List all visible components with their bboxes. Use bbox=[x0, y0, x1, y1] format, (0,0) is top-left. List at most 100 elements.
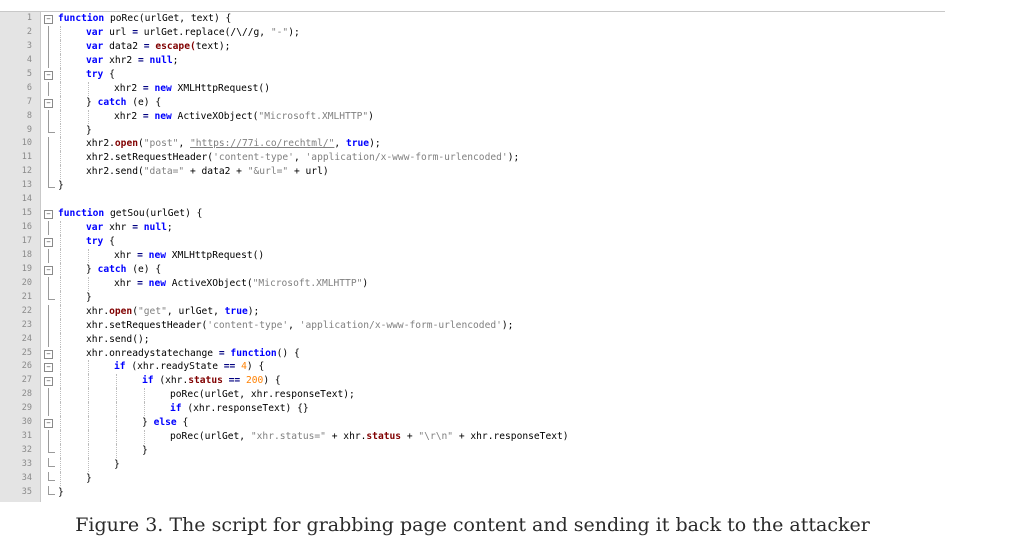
line-number: 7 bbox=[26, 96, 32, 107]
line-number: 20 bbox=[21, 277, 32, 288]
fold-line bbox=[48, 81, 49, 96]
indent-guide bbox=[60, 262, 62, 277]
code-line: 5 − try { bbox=[0, 67, 945, 82]
code-line: 35} bbox=[0, 485, 945, 500]
indent-guide bbox=[60, 304, 62, 319]
code-token: 200 bbox=[246, 375, 264, 387]
code-line: 23 xhr.setRequestHeader('content-type', '… bbox=[0, 318, 945, 333]
code-line: 12 xhr2.send("data=" + data2 + "&url=" + … bbox=[0, 165, 945, 180]
line-number: 4 bbox=[26, 54, 32, 65]
fold-toggle-icon[interactable]: − bbox=[44, 349, 53, 359]
code-line: 14 bbox=[0, 193, 945, 207]
code-token: xhr2. bbox=[86, 138, 115, 150]
code-token: 'content-type' bbox=[213, 152, 294, 164]
line-number: 30 bbox=[21, 417, 32, 428]
code-token: xhr. bbox=[86, 305, 110, 317]
line-number: 19 bbox=[21, 263, 32, 274]
code-line: 15 − function getSou(urlGet) { bbox=[0, 207, 945, 221]
code-token: xhr2 bbox=[114, 110, 143, 122]
code-token: function bbox=[58, 13, 105, 24]
code-token: new bbox=[142, 249, 166, 261]
code-line: 8 xhr2 = new ActiveXObject("Microsoft.XML… bbox=[0, 109, 945, 124]
code-line: 24 xhr.send(); bbox=[0, 332, 945, 347]
code-text: } catch (e) { bbox=[86, 96, 161, 110]
fold-line bbox=[48, 25, 49, 40]
code-text: xhr = new XMLHttpRequest() bbox=[114, 249, 264, 263]
code-line: 28 poRec(urlGet, xhr.responseText); bbox=[0, 388, 945, 403]
code-token: () { bbox=[276, 347, 300, 359]
code-token: { bbox=[176, 417, 189, 429]
indent-guide bbox=[60, 81, 62, 96]
code-token: "\r\n" bbox=[418, 431, 454, 443]
code-lines: 1− function poRec(urlGet, text) {2 var url… bbox=[0, 12, 945, 500]
code-token: xhr2 bbox=[114, 82, 143, 94]
code-token: poRec(urlGet, xhr.responseText); bbox=[170, 389, 355, 401]
fold-line bbox=[48, 165, 49, 180]
line-number: 34 bbox=[21, 472, 32, 483]
code-line: 27 − if (xhr.status == 200) { bbox=[0, 374, 945, 389]
code-token: xhr bbox=[114, 249, 138, 261]
fold-toggle-icon[interactable]: − bbox=[44, 210, 53, 220]
line-number: 28 bbox=[21, 389, 32, 400]
fold-end-marker bbox=[48, 123, 55, 133]
indent-guide bbox=[116, 430, 118, 445]
code-token: ); bbox=[501, 319, 514, 331]
code-text: xhr2.setRequestHeader('content-type', 'a… bbox=[86, 151, 519, 165]
fold-line bbox=[48, 151, 49, 166]
code-line: 18 xhr = new XMLHttpRequest() bbox=[0, 248, 945, 263]
code-token: "&url=" bbox=[247, 166, 289, 178]
code-token: text bbox=[190, 13, 214, 24]
line-number: 16 bbox=[21, 222, 32, 233]
indent-guide bbox=[60, 123, 62, 138]
indent-guide bbox=[60, 276, 62, 291]
code-token: ) { bbox=[263, 375, 281, 387]
fold-toggle-icon[interactable]: − bbox=[44, 363, 53, 373]
code-line: 9} bbox=[0, 123, 945, 138]
line-number: 21 bbox=[21, 291, 32, 302]
code-editor[interactable]: 1− function poRec(urlGet, text) {2 var url… bbox=[0, 11, 945, 502]
indent-guide bbox=[60, 151, 62, 166]
fold-toggle-icon[interactable]: − bbox=[44, 377, 53, 387]
fold-toggle-icon[interactable]: − bbox=[44, 98, 53, 108]
code-token: var bbox=[86, 40, 104, 52]
fold-toggle-icon[interactable]: − bbox=[44, 70, 53, 80]
code-token: xhr bbox=[103, 222, 133, 234]
fold-line bbox=[48, 430, 49, 445]
code-line: 2 var url = urlGet.replace(/\//g, "-"); bbox=[0, 25, 945, 40]
fold-line bbox=[48, 332, 49, 347]
code-line: 17 − try { bbox=[0, 235, 945, 249]
code-token: new bbox=[142, 277, 166, 289]
code-token: "xhr.status=" bbox=[250, 431, 326, 443]
indent-guide bbox=[60, 95, 62, 110]
fold-toggle-icon[interactable]: − bbox=[44, 419, 53, 429]
fold-toggle-icon[interactable]: − bbox=[44, 238, 53, 247]
indent-guide bbox=[60, 53, 62, 68]
code-token: xhr.send(); bbox=[86, 333, 150, 345]
code-token: } bbox=[86, 472, 92, 484]
line-number: 14 bbox=[21, 194, 32, 205]
indent-guide bbox=[88, 360, 90, 375]
code-token: ); bbox=[218, 40, 231, 52]
code-token: ; bbox=[172, 54, 179, 66]
code-token: + url) bbox=[288, 166, 329, 178]
indent-guide bbox=[60, 444, 62, 458]
fold-toggle-icon[interactable]: − bbox=[44, 265, 53, 275]
fold-line bbox=[48, 318, 49, 333]
code-line: 25 − xhr.onreadystatechange = function() { bbox=[0, 346, 945, 361]
fold-line bbox=[48, 304, 49, 319]
indent-guide bbox=[88, 444, 90, 458]
code-token: catch bbox=[97, 263, 127, 275]
code-token: } bbox=[58, 486, 64, 498]
code-token: XMLHttpRequest() bbox=[171, 82, 270, 94]
code-token: "post" bbox=[143, 138, 179, 150]
indent-guide bbox=[60, 388, 62, 403]
code-line: 16 var xhr = null; bbox=[0, 221, 945, 235]
indent-guide bbox=[144, 402, 146, 417]
code-line: 4 var xhr2 = null; bbox=[0, 53, 945, 68]
code-token: url bbox=[103, 26, 133, 38]
fold-toggle-icon[interactable]: − bbox=[44, 15, 53, 24]
fold-line bbox=[48, 39, 49, 54]
code-text: xhr.setRequestHeader('content-type', 'ap… bbox=[86, 319, 513, 333]
indent-guide bbox=[88, 388, 90, 403]
code-token: new bbox=[148, 82, 172, 94]
